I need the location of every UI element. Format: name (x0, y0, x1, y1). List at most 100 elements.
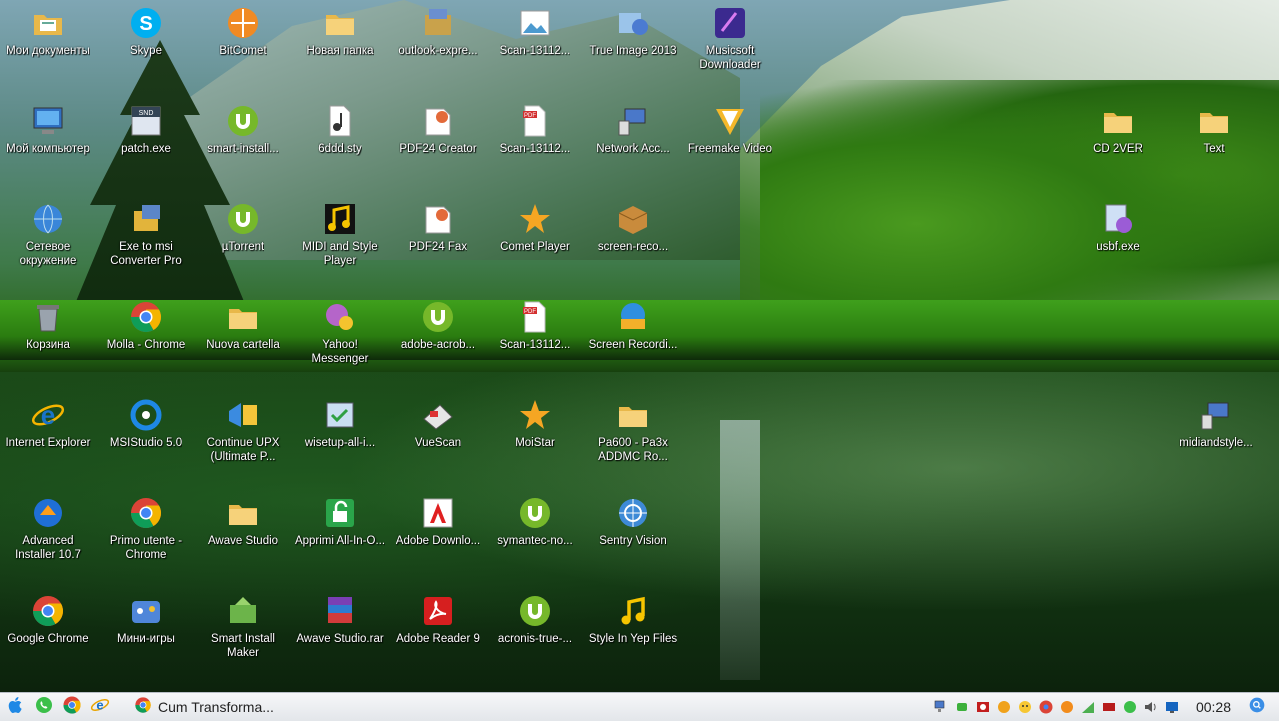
whatsapp-icon[interactable] (1121, 698, 1139, 716)
desktop-icon[interactable]: Новая папка (292, 4, 388, 96)
desktop-icon[interactable]: Adobe Downlo... (390, 494, 486, 586)
battery-icon[interactable] (1100, 698, 1118, 716)
desktop-icon[interactable]: SND patch.exe (98, 102, 194, 194)
desktop-icon[interactable]: smart-install... (195, 102, 291, 194)
desktop-icon[interactable]: Мои документы (0, 4, 96, 96)
desktop-icon[interactable]: Comet Player (487, 200, 583, 292)
desktop-icon[interactable]: Awave Studio.rar (292, 592, 388, 684)
desktop-icon[interactable]: Smart Install Maker (195, 592, 291, 684)
desktop-icon-label: Freemake Video (687, 143, 773, 155)
desktop-icon[interactable]: symantec-no... (487, 494, 583, 586)
vuescan-icon (419, 396, 457, 434)
desktop-icon-label: BitComet (219, 45, 267, 57)
desktop-icon-label: smart-install... (207, 143, 279, 155)
desktop-icon[interactable]: PDF24 Fax (390, 200, 486, 292)
desktop-icon[interactable]: CD 2VER (1070, 102, 1166, 194)
network-icon[interactable] (932, 698, 950, 716)
desktop-icon[interactable]: Pa600 - Pa3x ADDMC Ro... (585, 396, 681, 488)
taskbar: e Cum Transforma... 00:28 (0, 692, 1279, 721)
box-icon (614, 200, 652, 238)
search-button[interactable] (1245, 695, 1269, 719)
orange-icon[interactable] (1058, 698, 1076, 716)
emoji-icon[interactable] (1016, 698, 1034, 716)
taskbar-clock[interactable]: 00:28 (1196, 699, 1231, 715)
taskbar-active-window[interactable]: Cum Transforma... (126, 696, 282, 718)
utorrent-file-icon (224, 102, 262, 140)
desktop-icon[interactable]: MSIStudio 5.0 (98, 396, 194, 488)
desktop-icon[interactable]: Мой компьютер (0, 102, 96, 194)
desktop-icon[interactable]: Adobe Reader 9 (390, 592, 486, 684)
desktop-icon[interactable]: usbf.exe (1070, 200, 1166, 292)
screen-recorder-icon (614, 298, 652, 336)
desktop-icon[interactable]: acronis-true-... (487, 592, 583, 684)
desktop-icon[interactable]: Primo utente - Chrome (98, 494, 194, 586)
chrome-icon (127, 494, 165, 532)
desktop-icon[interactable]: Мини-игры (98, 592, 194, 684)
quick-launch-whatsapp[interactable] (32, 695, 56, 719)
signal-icon[interactable] (1079, 698, 1097, 716)
desktop-icon[interactable]: wisetup-all-i... (292, 396, 388, 488)
installer-icon (419, 4, 457, 42)
pdf-file-icon: PDF (516, 102, 554, 140)
desktop-icon[interactable]: adobe-acrob... (390, 298, 486, 390)
desktop-icon[interactable]: Continue UPX (Ultimate P... (195, 396, 291, 488)
desktop-icon[interactable]: Scan-13112... (487, 4, 583, 96)
desktop-icon[interactable]: Корзина (0, 298, 96, 390)
desktop-icon[interactable]: Exe to msi Converter Pro (98, 200, 194, 292)
my-computer-icon (29, 102, 67, 140)
desktop-icon[interactable]: Musicsoft Downloader (682, 4, 778, 96)
desktop-icon[interactable]: VueScan (390, 396, 486, 488)
desktop-icon-label: midiandstyle... (1179, 437, 1253, 449)
desktop-icon-label: Awave Studio.rar (296, 633, 384, 645)
desktop-icon[interactable]: Yahoo! Messenger (292, 298, 388, 390)
chrome-icon[interactable] (1037, 698, 1055, 716)
desktop-icon[interactable]: Apprimi All-In-O... (292, 494, 388, 586)
desktop-icon[interactable]: Network Acc... (585, 102, 681, 194)
desktop-icon[interactable]: True Image 2013 (585, 4, 681, 96)
quick-launch-chrome[interactable] (60, 695, 84, 719)
desktop-icon[interactable]: Freemake Video (682, 102, 778, 194)
lock-open-icon (321, 494, 359, 532)
desktop-icon[interactable]: BitComet (195, 4, 291, 96)
desktop-icon[interactable]: PDF Scan-13112... (487, 102, 583, 194)
desktop-icon[interactable]: S Skype (98, 4, 194, 96)
desktop-icon[interactable]: PDF Scan-13112... (487, 298, 583, 390)
desktop-icon[interactable]: Awave Studio (195, 494, 291, 586)
desktop-icon[interactable]: midiandstyle... (1168, 396, 1264, 488)
msistudio-icon (127, 396, 165, 434)
desktop-icon[interactable]: Сетевое окружение (0, 200, 96, 292)
desktop-icon[interactable]: MoiStar (487, 396, 583, 488)
display-icon[interactable] (1163, 698, 1181, 716)
desktop-icon[interactable]: screen-reco... (585, 200, 681, 292)
desktop-icon[interactable]: Sentry Vision (585, 494, 681, 586)
folder-icon (321, 4, 359, 42)
midi-player-icon (321, 200, 359, 238)
desktop-icon[interactable]: PDF24 Creator (390, 102, 486, 194)
desktop-icon[interactable]: Nuova cartella (195, 298, 291, 390)
wallpaper-waterfall-reflection (720, 420, 760, 680)
desktop-icon-label: Internet Explorer (5, 437, 91, 449)
ie-icon: e (90, 695, 110, 720)
desktop-icon[interactable]: Molla - Chrome (98, 298, 194, 390)
globe-icon[interactable] (995, 698, 1013, 716)
desktop-icon[interactable]: Style In Yep Files (585, 592, 681, 684)
start-button[interactable] (4, 695, 28, 719)
desktop-icon[interactable]: outlook-expre... (390, 4, 486, 96)
desktop-icon[interactable]: Screen Recordi... (585, 298, 681, 390)
record-icon[interactable] (974, 698, 992, 716)
utorrent-file-icon (516, 592, 554, 630)
desktop-icon[interactable]: 6ddd.sty (292, 102, 388, 194)
desktop-icon-label: Мини-игры (117, 633, 175, 645)
usb-icon[interactable] (953, 698, 971, 716)
desktop-icon[interactable]: Advanced Installer 10.7 (0, 494, 96, 586)
desktop-icon[interactable]: Text (1166, 102, 1262, 194)
desktop-icon[interactable]: Google Chrome (0, 592, 96, 684)
desktop-icon[interactable]: e Internet Explorer (0, 396, 96, 488)
volume-icon[interactable] (1142, 698, 1160, 716)
desktop-icon-label: MIDI and Style Player (302, 241, 378, 267)
package-icon (127, 200, 165, 238)
desktop-icon-label: Sentry Vision (599, 535, 667, 547)
quick-launch-ie[interactable]: e (88, 695, 112, 719)
desktop-icon[interactable]: MIDI and Style Player (292, 200, 388, 292)
desktop-icon[interactable]: µTorrent (195, 200, 291, 292)
